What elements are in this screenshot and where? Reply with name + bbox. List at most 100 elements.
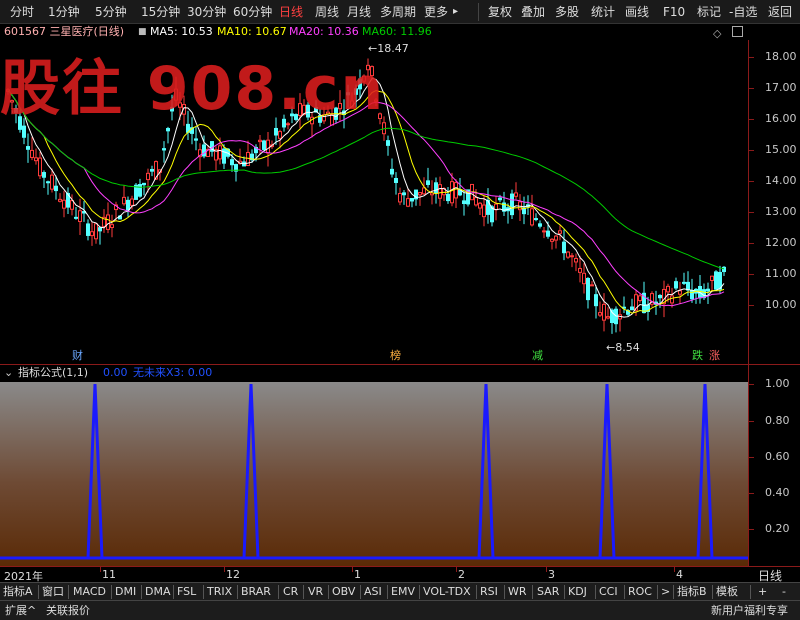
panel-icon[interactable]: ■: [138, 24, 147, 40]
marker-finance[interactable]: 财: [70, 349, 85, 362]
diamond-icon[interactable]: ◇: [713, 27, 721, 40]
indicator-tick: 0.60: [765, 450, 790, 463]
marker-rise[interactable]: 涨: [707, 349, 722, 362]
candle-body: [78, 210, 82, 223]
candle-body: [678, 290, 682, 295]
tab-brar[interactable]: BRAR: [241, 584, 271, 600]
tab-kdj[interactable]: KDJ: [568, 584, 587, 600]
tab-template[interactable]: 模板: [716, 584, 738, 600]
indicator-background: [0, 382, 748, 566]
related-quote-button[interactable]: 关联报价: [46, 603, 90, 619]
chevron-down-icon[interactable]: ⌄: [4, 365, 13, 381]
candle-body: [542, 230, 546, 233]
tab-60min[interactable]: 60分钟: [233, 3, 272, 21]
stats-button[interactable]: 统计: [591, 3, 615, 21]
price-axis: 18.00 17.00 16.00 15.00 14.00 13.00 12.0…: [748, 40, 800, 364]
tab-obv[interactable]: OBV: [332, 584, 355, 600]
draw-button[interactable]: 画线: [625, 3, 649, 21]
indicator-chart-svg: [0, 382, 748, 566]
candle-body: [566, 251, 570, 258]
indicator-tick: 0.20: [765, 522, 790, 535]
tab-macd[interactable]: MACD: [73, 584, 106, 600]
tabs-scroll-right[interactable]: >: [661, 584, 670, 600]
tab-daily[interactable]: 日线: [279, 3, 303, 21]
indicator-title[interactable]: 指标公式(1,1): [18, 365, 88, 381]
tab-fenshi[interactable]: 分时: [10, 3, 34, 21]
more-button[interactable]: 更多: [424, 3, 448, 21]
remove-pane-button[interactable]: -: [782, 584, 786, 600]
tab-1min[interactable]: 1分钟: [48, 3, 80, 21]
back-button[interactable]: 返回: [768, 3, 792, 21]
time-label: 12: [226, 568, 240, 581]
chevron-right-icon[interactable]: ▸: [453, 3, 458, 21]
tab-trix[interactable]: TRIX: [207, 584, 232, 600]
window-toggle-icon[interactable]: [732, 26, 743, 37]
price-tick: 16.00: [765, 112, 797, 125]
tab-indicator-a[interactable]: 指标A: [3, 584, 33, 600]
tab-asi[interactable]: ASI: [364, 584, 382, 600]
tab-vol-tdx[interactable]: VOL-TDX: [423, 584, 471, 600]
marker-ranking[interactable]: 榜: [388, 349, 403, 362]
candle-body: [594, 294, 598, 307]
candle-body: [714, 271, 718, 290]
candle-body: [570, 255, 574, 258]
remove-watchlist-button[interactable]: -自选: [729, 3, 757, 21]
watermark: 股往 908.cn: [0, 54, 386, 124]
add-pane-button[interactable]: +: [758, 584, 767, 600]
tab-cci[interactable]: CCI: [599, 584, 618, 600]
candle-body: [454, 182, 458, 199]
tab-vr[interactable]: VR: [308, 584, 323, 600]
marker-reduce[interactable]: 减: [530, 349, 545, 362]
candle-body: [554, 235, 558, 241]
candle-body: [602, 303, 606, 321]
candle-body: [38, 157, 42, 177]
tab-15min[interactable]: 15分钟: [141, 3, 180, 21]
mark-button[interactable]: 标记: [697, 3, 721, 21]
price-chart[interactable]: ←18.47 ←8.54 股往 908.cn: [0, 40, 748, 364]
indicator-tick: 0.80: [765, 414, 790, 427]
ma10-value: MA10: 10.67: [217, 25, 287, 38]
candle-body: [722, 266, 726, 273]
candle-body: [682, 281, 686, 284]
tab-dma[interactable]: DMA: [145, 584, 171, 600]
indicator-chart[interactable]: [0, 382, 748, 566]
tab-roc[interactable]: ROC: [628, 584, 652, 600]
multi-stock-button[interactable]: 多股: [555, 3, 579, 21]
price-tick: 18.00: [765, 50, 797, 63]
candle-body: [482, 204, 486, 218]
tab-weekly[interactable]: 周线: [315, 3, 339, 21]
ma5-value: MA5: 10.53: [150, 25, 213, 38]
indicator-header: ⌄ 指标公式(1,1) 0.00 无未来X3: 0.00: [0, 365, 748, 382]
candle-body: [434, 182, 438, 194]
expand-button[interactable]: 扩展^: [5, 603, 36, 619]
tab-emv[interactable]: EMV: [391, 584, 415, 600]
price-tick: 10.00: [765, 298, 797, 311]
indicator-tick: 0.40: [765, 486, 790, 499]
f10-button[interactable]: F10: [663, 3, 685, 21]
candle-body: [586, 277, 590, 301]
time-label: 11: [102, 568, 116, 581]
tab-rsi[interactable]: RSI: [480, 584, 498, 600]
tab-window[interactable]: 窗口: [42, 584, 64, 600]
tab-cr[interactable]: CR: [283, 584, 298, 600]
tab-dmi[interactable]: DMI: [115, 584, 136, 600]
marker-fall[interactable]: 跌: [690, 349, 705, 362]
candle-body: [46, 181, 50, 184]
candle-body: [94, 223, 98, 240]
tab-sar[interactable]: SAR: [537, 584, 559, 600]
time-label: 4: [676, 568, 683, 581]
tab-monthly[interactable]: 月线: [347, 3, 371, 21]
tab-30min[interactable]: 30分钟: [187, 3, 226, 21]
stock-title[interactable]: 601567 三星医疗(日线): [4, 24, 124, 40]
tab-5min[interactable]: 5分钟: [95, 3, 127, 21]
tab-multi-period[interactable]: 多周期: [380, 3, 416, 21]
tab-indicator-b[interactable]: 指标B: [677, 584, 707, 600]
tab-wr[interactable]: WR: [508, 584, 527, 600]
time-axis: 2021年 11 12 1 2 3 4 日线: [0, 566, 800, 583]
ma20-value: MA20: 10.36: [289, 25, 359, 38]
new-user-promo[interactable]: 新用户福利专享: [711, 603, 788, 619]
adjust-button[interactable]: 复权: [488, 3, 512, 21]
overlay-button[interactable]: 叠加: [521, 3, 545, 21]
tab-fsl[interactable]: FSL: [177, 584, 196, 600]
candle-body: [58, 198, 62, 202]
